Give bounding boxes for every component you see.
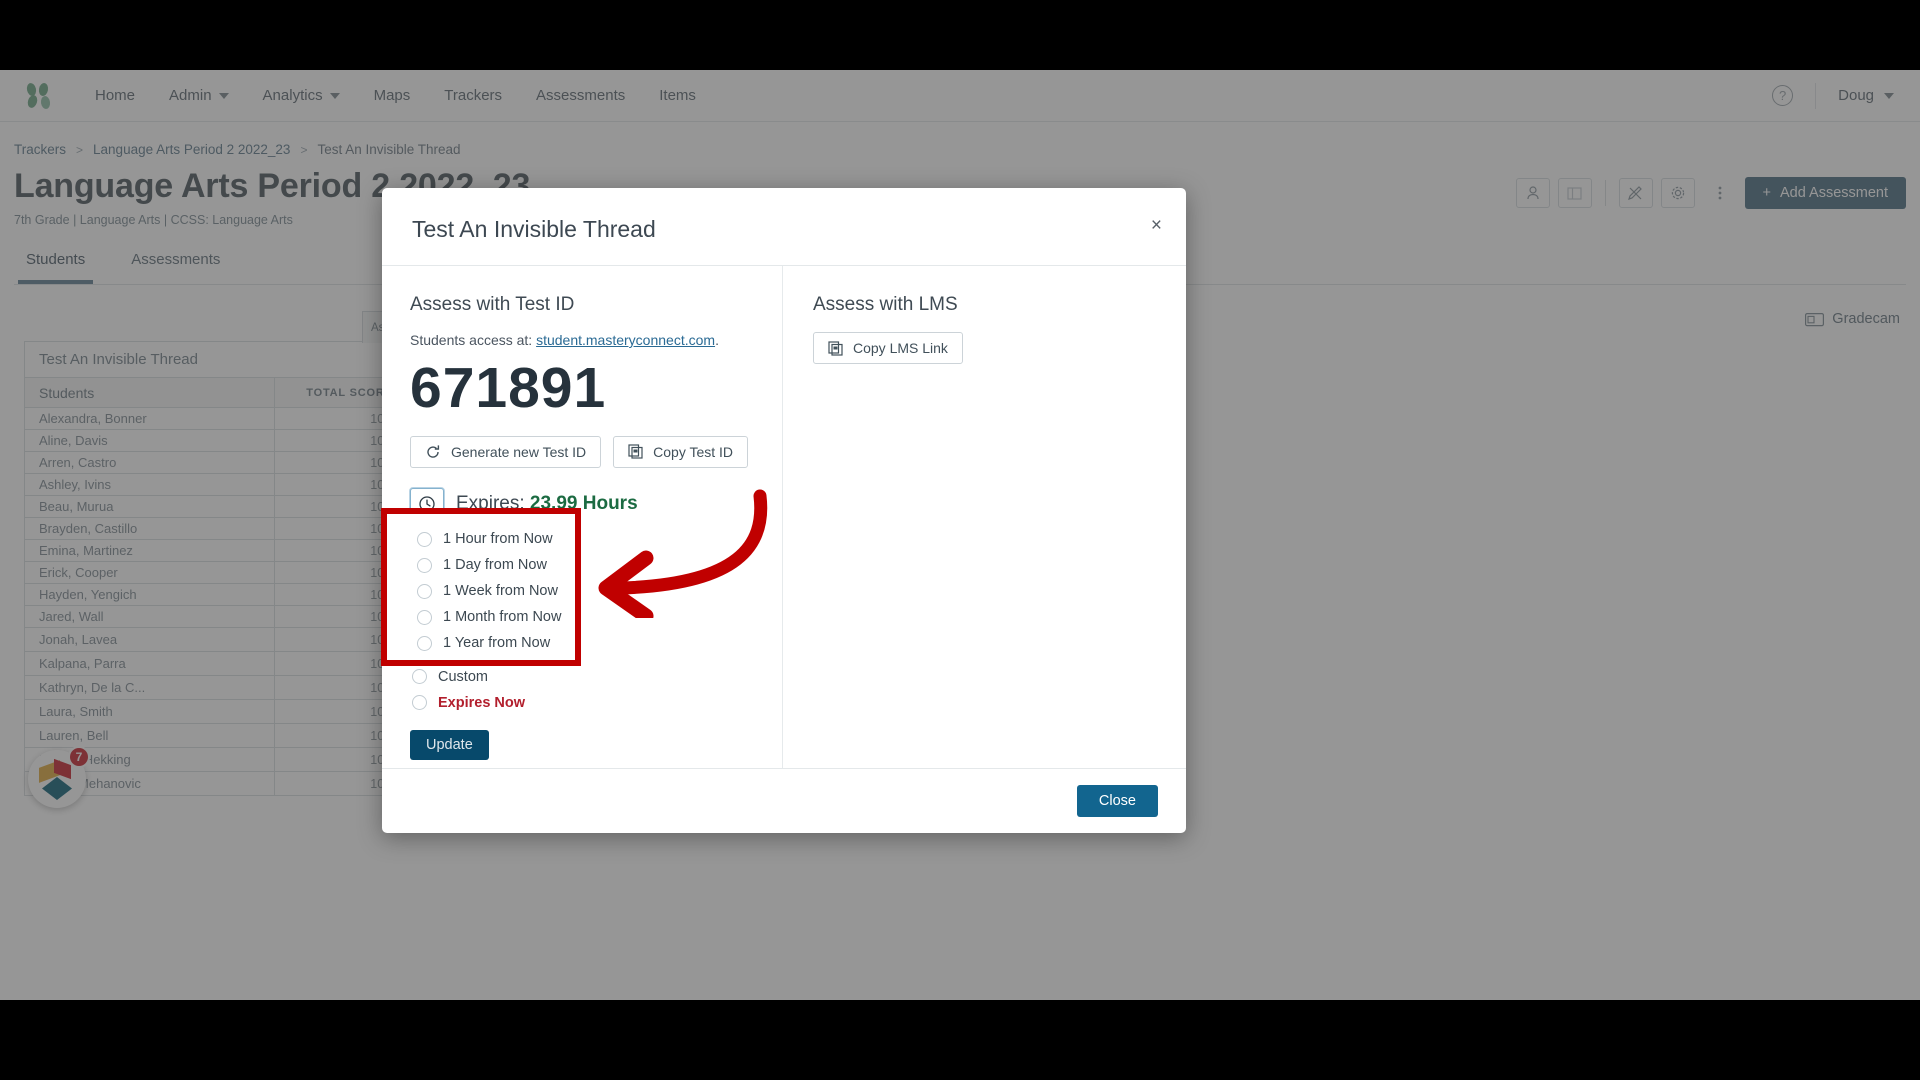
radio-button[interactable] [417, 609, 432, 625]
annotation-highlight-box: 1 Hour from Now 1 Day from Now 1 Week from… [381, 508, 581, 666]
copy-icon [628, 444, 643, 459]
test-id-value: 671891 [410, 356, 607, 420]
expiration-option-6[interactable]: Expires Now [412, 690, 782, 716]
modal-header: Test An Invisible Thread × [382, 188, 1186, 266]
students-access-line: Students access at: student.masteryconne… [410, 332, 782, 348]
radio-button[interactable] [417, 583, 432, 599]
expiration-option-5[interactable]: Custom [412, 664, 782, 690]
access-suffix: . [715, 332, 719, 348]
lms-section-title: Assess with LMS [813, 294, 958, 315]
app-viewport: Home Admin Analytics Maps Trackers Ass [0, 70, 1920, 1000]
annotated-option-4[interactable]: 1 Year from Now [417, 630, 575, 656]
copy-test-id-label: Copy Test ID [653, 443, 734, 460]
test-id-section-title: Assess with Test ID [410, 294, 575, 315]
option-label: 1 Month from Now [443, 609, 562, 625]
screen: Home Admin Analytics Maps Trackers Ass [0, 0, 1920, 1080]
close-button[interactable]: Close [1076, 785, 1158, 817]
radio-button[interactable] [412, 695, 427, 711]
refresh-icon [427, 444, 440, 458]
annotated-option-2[interactable]: 1 Week from Now [417, 578, 575, 604]
assess-with-lms-panel: Assess with LMS Copy LMS Link [782, 266, 1186, 768]
option-label: 1 Year from Now [443, 635, 551, 651]
radio-button[interactable] [417, 557, 432, 573]
generate-label: Generate new Test ID [451, 443, 587, 460]
update-button[interactable]: Update [410, 729, 489, 760]
test-id-actions: Generate new Test ID Copy Test ID [410, 435, 782, 468]
option-label: Expires Now [438, 694, 526, 711]
option-label: 1 Day from Now [443, 557, 547, 573]
copy-lms-label: Copy LMS Link [853, 340, 948, 356]
modal-footer: Close [382, 768, 1186, 833]
close-icon[interactable]: × [1151, 216, 1162, 235]
copy-lms-link-button[interactable]: Copy LMS Link [813, 332, 963, 364]
generate-new-test-id-button[interactable]: Generate new Test ID [410, 435, 602, 468]
option-label: 1 Week from Now [443, 583, 558, 599]
annotated-option-1[interactable]: 1 Day from Now [417, 552, 575, 578]
option-label: Custom [438, 668, 488, 685]
student-portal-link[interactable]: student.masteryconnect.com [536, 332, 715, 348]
option-label: 1 Hour from Now [443, 531, 553, 547]
access-prefix: Students access at: [410, 332, 533, 348]
radio-button[interactable] [417, 635, 432, 651]
annotated-option-3[interactable]: 1 Month from Now [417, 604, 575, 630]
annotation-arrow-icon [598, 489, 768, 618]
radio-button[interactable] [412, 669, 427, 685]
radio-button[interactable] [417, 531, 432, 547]
annotated-option-0[interactable]: 1 Hour from Now [417, 526, 575, 552]
annotation-options-list: 1 Hour from Now 1 Day from Now 1 Week from… [387, 514, 575, 656]
modal-title: Test An Invisible Thread [412, 216, 656, 242]
copy-test-id-button[interactable]: Copy Test ID [613, 435, 749, 468]
copy-icon [828, 340, 843, 356]
